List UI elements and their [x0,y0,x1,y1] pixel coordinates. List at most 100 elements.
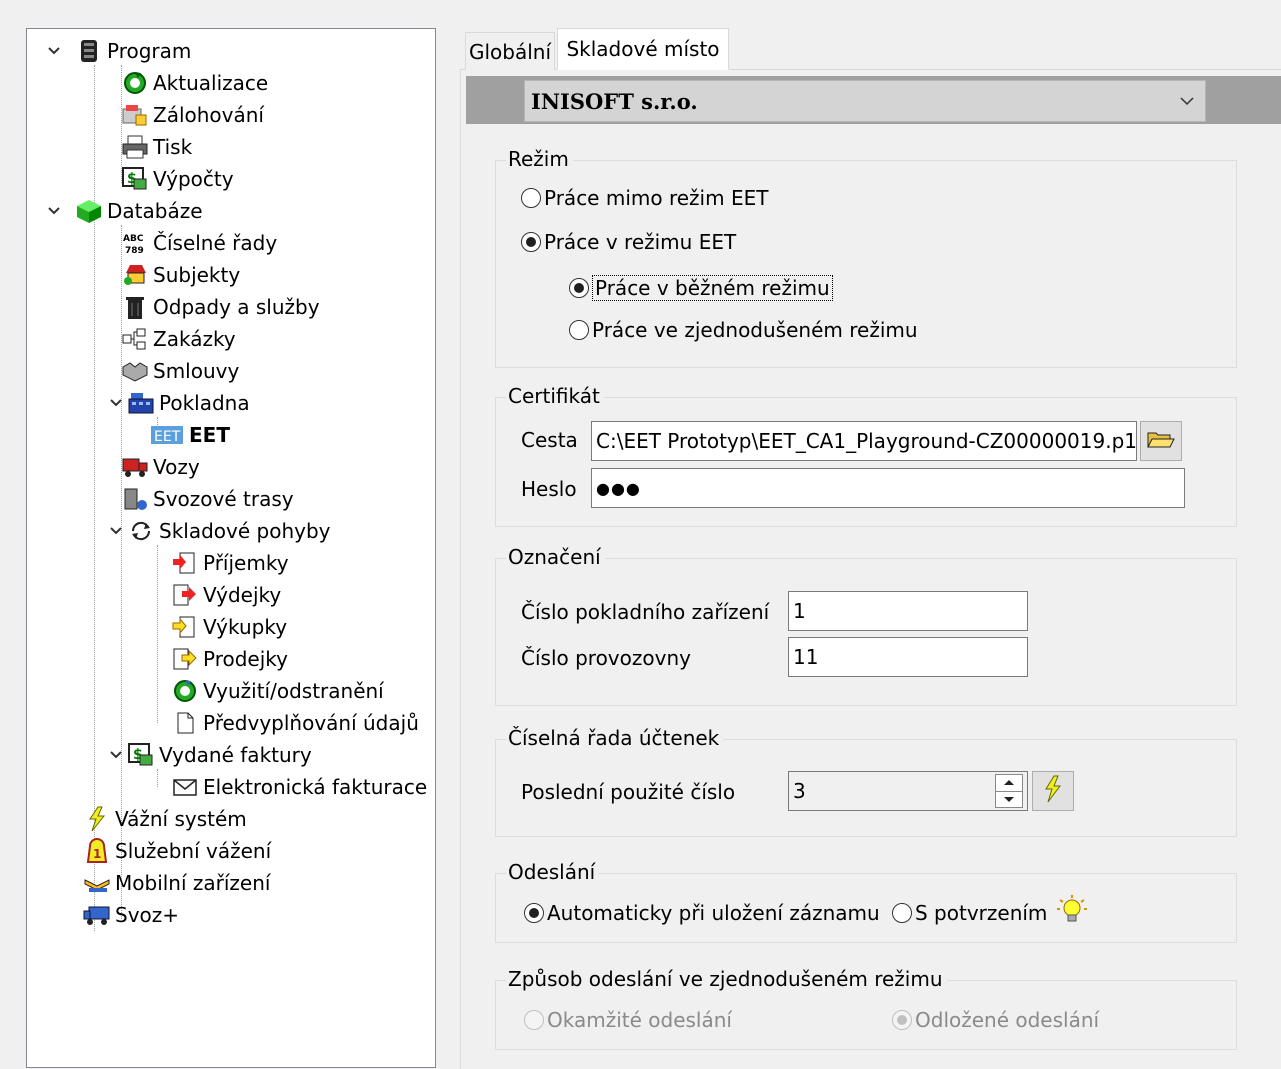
tab-label: Skladové místo [566,37,720,61]
radio-circle [521,232,541,252]
chevron-down-icon[interactable] [109,396,123,410]
tree-item-sluzebni-vazeni[interactable]: 1 Služební vážení [83,835,271,867]
tree-item-label: Příjemky [203,551,289,575]
chevron-down-icon[interactable] [47,44,61,58]
radio-label: Práce mimo režim EET [544,186,769,210]
pokladna-input[interactable]: 1 [788,591,1028,631]
radio-s-potvrzenim[interactable]: S potvrzením [892,901,1047,925]
cesta-value: C:\EET Prototyp\EET_CA1_Playground-CZ000… [596,429,1137,453]
tree-item-skladove-pohyby[interactable]: Skladové pohyby [109,515,331,547]
generate-number-button[interactable] [1032,771,1074,811]
tree-item-elektronicka-fakturace[interactable]: Elektronická fakturace [171,771,427,803]
chevron-down-icon[interactable] [109,748,123,762]
cash-register-icon [127,389,155,417]
tree-item-prodejky[interactable]: Prodejky [171,643,288,675]
envelope-icon [171,773,199,801]
group-legend: Způsob odeslání ve zjednodušeném režimu [506,967,947,991]
tab-skladove-misto[interactable]: Skladové místo [557,28,729,70]
spin-up-icon[interactable] [996,775,1022,791]
tree-item-label: Odpady a služby [153,295,320,319]
tree-item-eet[interactable]: EET EET [149,419,230,451]
chevron-down-icon[interactable] [1169,96,1205,106]
svg-text:ABC: ABC [123,234,144,244]
settings-tree[interactable]: Program Aktualizace Zálohování Tisk $ Vý… [26,28,436,1068]
tree-item-vydane-faktury[interactable]: $ Vydané faktury [109,739,312,771]
tree-item-zalohovani[interactable]: Zálohování [121,99,264,131]
tree-item-label: Zálohování [153,103,264,127]
tree-item-pokladna[interactable]: Pokladna [109,387,250,419]
recycle-icon [171,677,199,705]
browse-folder-button[interactable] [1140,421,1182,461]
tree-item-subjekty[interactable]: Subjekty [121,259,240,291]
heslo-label: Heslo [521,477,577,501]
tree-item-label: Program [107,39,192,63]
tree-item-label: Vážní systém [115,807,247,831]
tree-item-aktualizace[interactable]: Aktualizace [121,67,268,99]
radio-prace-mimo-rezim[interactable]: Práce mimo režim EET [521,186,768,210]
tree-item-databaze[interactable]: Databáze [47,195,203,227]
tree-item-ciselne-rady[interactable]: ABC 789 Číselné řady [121,227,277,259]
chevron-down-icon[interactable] [47,204,61,218]
tree-item-program[interactable]: Program [47,35,191,67]
contracts-icon [121,357,149,385]
tree-item-smlouvy[interactable]: Smlouvy [121,355,239,387]
radio-zjednoduseny-rezim[interactable]: Práce ve zjednodušeném režimu [569,318,918,342]
cesta-input[interactable]: C:\EET Prototyp\EET_CA1_Playground-CZ000… [591,421,1137,461]
radio-circle [892,1010,912,1030]
company-select[interactable]: INISOFT s.r.o. [524,80,1206,122]
posledni-cislo-spinner[interactable] [995,774,1023,808]
tree-item-svoz-plus[interactable]: Svoz+ [83,899,179,931]
tree-item-label: Výdejky [203,583,282,607]
tree-item-vykupky[interactable]: Výkupky [171,611,287,643]
scale-icon: 1 [83,837,111,865]
tree-item-predvyplnovani[interactable]: Předvyplňování údajů [171,707,419,739]
tree-item-label: Svoz+ [115,903,180,927]
tree-item-zakazky[interactable]: Zakázky [121,323,236,355]
refresh-icon [121,69,149,97]
posledni-cislo-input[interactable]: 3 [788,771,1028,811]
radio-prace-v-rezimu[interactable]: Práce v režimu EET [521,230,736,254]
tree-item-vazni-system[interactable]: Vážní systém [83,803,247,835]
heslo-input[interactable]: ●●● [591,468,1185,508]
tree-line [157,545,158,723]
tree-item-vyuziti[interactable]: Využití/odstranění [171,675,384,707]
tree-item-label: Skladové pohyby [159,519,331,543]
tree-item-vydejky[interactable]: Výdejky [171,579,281,611]
sale-icon [171,645,199,673]
provozovna-input[interactable]: 11 [788,637,1028,677]
tree-line [157,769,158,787]
spin-down-icon[interactable] [996,790,1022,808]
printer-icon [121,133,149,161]
radio-label: Automaticky při uložení záznamu [547,901,880,925]
chevron-down-icon[interactable] [109,524,123,538]
tree-item-label: Mobilní zařízení [115,871,271,895]
tree-item-label: Vydané faktury [159,743,312,767]
tree-item-odpady[interactable]: Odpady a služby [121,291,320,323]
tree-item-vozy[interactable]: Vozy [121,451,200,483]
radio-okamzite-odeslani: Okamžité odeslání [524,1008,732,1032]
radio-label: Práce ve zjednodušeném režimu [592,318,918,342]
tree-item-prijemky[interactable]: Příjemky [171,547,289,579]
tree-item-vypocty[interactable]: $ Výpočty [121,163,234,195]
number-series-icon: ABC 789 [121,229,149,257]
radio-circle [524,903,544,923]
tree-item-label: EET [189,423,230,447]
program-icon [75,37,103,65]
radio-bezny-rezim[interactable]: Práce v běžném režimu [569,275,833,301]
tab-globalni[interactable]: Globální [465,32,555,70]
radio-automaticky[interactable]: Automaticky při uložení záznamu [524,901,880,925]
tree-item-label: Smlouvy [153,359,240,383]
tree-item-label: Aktualizace [153,71,269,95]
lightbulb-icon[interactable] [1056,894,1088,931]
pokladna-value: 1 [793,599,806,623]
radio-circle [524,1010,544,1030]
tree-item-mobilni-zarizeni[interactable]: Mobilní zařízení [83,867,270,899]
pokladna-label: Číslo pokladního zařízení [521,600,770,624]
tree-item-tisk[interactable]: Tisk [121,131,192,163]
tree-item-svozove-trasy[interactable]: Svozové trasy [121,483,294,515]
open-folder-icon [1146,427,1176,456]
radio-label: S potvrzením [915,901,1048,925]
radio-circle [892,903,912,923]
tree-item-label: Předvyplňování údajů [203,711,419,735]
stock-movement-icon [127,517,155,545]
